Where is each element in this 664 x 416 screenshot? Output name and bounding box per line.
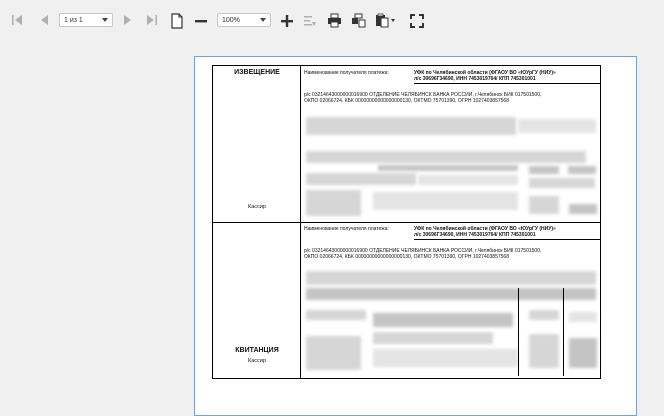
receipt-underline: [414, 239, 600, 240]
previous-page-icon: [41, 15, 48, 25]
redacted-block: [529, 310, 559, 320]
notice-title: ИЗВЕЩЕНИЕ: [234, 69, 280, 76]
redacted-block: [529, 166, 559, 174]
field-divider: [518, 288, 519, 376]
fullscreen-icon: [410, 13, 424, 28]
redacted-block: [306, 288, 596, 300]
redacted-block: [373, 192, 518, 210]
toggle-parameters-button[interactable]: [302, 13, 318, 29]
redacted-block: [306, 336, 361, 370]
page-icon: [171, 13, 183, 29]
redacted-block: [418, 175, 518, 185]
redacted-block: [529, 178, 595, 188]
redacted-block: [529, 196, 559, 214]
first-page-button[interactable]: [10, 13, 24, 27]
zoom-value: 100%: [222, 16, 240, 24]
redacted-block: [569, 338, 597, 368]
receipt-recipient-account: л/с 30696Г34690, ИНН 7453019764/ КПП 745…: [414, 232, 536, 238]
minus-icon: [195, 20, 207, 23]
parameters-icon: [304, 16, 316, 26]
redacted-block: [518, 119, 596, 133]
redacted-block: [306, 190, 361, 216]
next-page-icon: [124, 15, 131, 25]
redacted-block: [373, 313, 513, 327]
plus-icon: [281, 15, 293, 27]
fullscreen-button[interactable]: [409, 12, 425, 29]
single-page-view-button[interactable]: [169, 12, 185, 30]
redacted-block: [306, 151, 586, 163]
redacted-block: [306, 271, 596, 285]
printer-icon: [327, 13, 341, 28]
redacted-block: [306, 173, 416, 185]
page-indicator: 1 из 1: [64, 16, 83, 24]
print-page-button[interactable]: [350, 12, 366, 29]
redacted-block: [373, 332, 493, 344]
redacted-block: [306, 117, 516, 135]
notice-recipient-label: Наименование получателя платежа:: [304, 70, 389, 76]
notice-cashier-label: Кассир: [248, 204, 266, 210]
last-page-icon: [147, 15, 157, 25]
receipt-cashier-label: Кассир: [248, 358, 266, 364]
redacted-block: [378, 165, 518, 171]
redacted-block: [568, 166, 596, 174]
zoom-in-button[interactable]: [279, 13, 295, 29]
chevron-down-icon: [102, 18, 108, 22]
receipt-recipient-label: Наименование получателя платежа:: [304, 226, 389, 232]
payment-form: ИЗВЕЩЕНИЕ Кассир Наименование получателя…: [212, 65, 601, 379]
export-button[interactable]: [374, 12, 398, 29]
page-selector[interactable]: 1 из 1: [59, 13, 113, 27]
receipt-bank-line-2: ОКПО 02066724, КБК 00000000000000000130,…: [304, 254, 509, 260]
previous-page-button[interactable]: [37, 13, 51, 27]
field-divider: [563, 288, 564, 376]
redacted-block: [529, 334, 559, 368]
zoom-out-button[interactable]: [193, 13, 209, 29]
redacted-block: [373, 349, 518, 367]
first-page-icon: [12, 15, 22, 25]
redacted-block: [306, 310, 366, 320]
export-icon: [376, 13, 395, 28]
next-page-button[interactable]: [121, 13, 135, 27]
notice-underline: [414, 83, 600, 84]
report-toolbar: 1 из 1 100%: [0, 0, 664, 42]
print-page-icon: [351, 13, 365, 28]
redacted-block: [569, 312, 597, 322]
receipt-title: КВИТАНЦИЯ: [235, 347, 279, 354]
redacted-block: [569, 204, 597, 214]
section-separator: [213, 222, 600, 223]
notice-recipient-account: л/с 30696Г34690, ИНН 7453019764/ КПП 745…: [414, 76, 536, 82]
zoom-select[interactable]: 100%: [217, 13, 271, 27]
report-page: ИЗВЕЩЕНИЕ Кассир Наименование получателя…: [194, 56, 637, 416]
report-viewer[interactable]: ИЗВЕЩЕНИЕ Кассир Наименование получателя…: [0, 42, 664, 416]
notice-bank-line-2: ОКПО 02066724, КБК 00000000000000000130,…: [304, 98, 509, 104]
chevron-down-icon: [260, 18, 266, 22]
print-button[interactable]: [326, 12, 342, 29]
last-page-button[interactable]: [145, 13, 159, 27]
